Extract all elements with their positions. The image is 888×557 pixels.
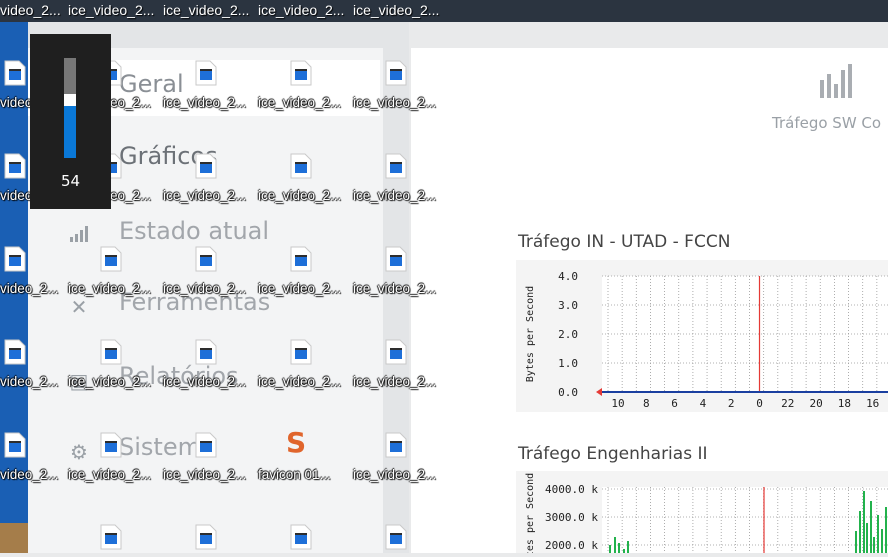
desktop-thumbnail — [0, 523, 28, 553]
video-file-icon[interactable] — [195, 60, 217, 86]
desktop-icon-label[interactable]: ice_video_2... — [163, 374, 246, 389]
y-tick-label: 4000.0 k — [545, 483, 598, 496]
sidebar-item-label: Estado atual — [119, 217, 270, 245]
chart-panel-engenharias: 2000.0 k 3000.0 k 4000.0 k Bytes per Second — [516, 471, 888, 557]
video-file-icon[interactable] — [385, 339, 407, 365]
y-tick-label: 2000.0 k — [545, 539, 598, 552]
video-file-icon[interactable] — [195, 432, 217, 458]
video-file-icon[interactable] — [195, 339, 217, 365]
video-file-icon[interactable] — [385, 153, 407, 179]
desktop-icon-label[interactable]: ice_video_2... — [163, 95, 246, 110]
desktop-item-label[interactable]: video_2... — [0, 2, 61, 18]
dashboard-header-title: Tráfego SW Co — [772, 114, 882, 132]
chart-panel-utad: 0.0 1.0 2.0 3.0 4.0 10 8 6 4 2 0 22 20 18 16 Bytes per … — [516, 260, 888, 412]
desktop-icon-label[interactable]: ice_video_2... — [163, 467, 246, 482]
desktop-icon-label[interactable]: ice_video_2... — [68, 281, 151, 296]
axis-arrow — [596, 388, 602, 396]
y-tick-label: 0.0 — [558, 386, 578, 399]
video-file-icon[interactable] — [195, 153, 217, 179]
desktop-icon-label[interactable]: ice_video_2... — [68, 467, 151, 482]
desktop-icon-label[interactable]: ice_video_2... — [353, 374, 436, 389]
volume-slider-thumb[interactable] — [64, 94, 76, 106]
y-tick-label: 2.0 — [558, 328, 578, 341]
bar-signal-icon — [68, 225, 90, 247]
video-file-icon[interactable] — [100, 524, 122, 550]
desktop-icon-label[interactable]: ice_video_2... — [353, 95, 436, 110]
video-file-icon[interactable] — [195, 524, 217, 550]
video-file-icon[interactable] — [100, 432, 122, 458]
desktop-icon-label[interactable]: ice_video_2... — [163, 281, 246, 296]
volume-value: 54 — [60, 172, 81, 190]
desktop-icon-label[interactable]: ice_video_2... — [68, 374, 151, 389]
desktop-icon-label[interactable]: ice_video_2... — [258, 281, 341, 296]
desktop-icon-label[interactable]: ice_video_2... — [353, 467, 436, 482]
y-tick-label: 4.0 — [558, 270, 578, 283]
video-file-icon[interactable] — [195, 246, 217, 272]
desktop-item-label[interactable]: ice_video_2... — [353, 2, 439, 18]
y-axis-label: Bytes per Second — [525, 286, 536, 382]
desktop-icon-label[interactable]: ice_video_2... — [353, 188, 436, 203]
video-file-icon[interactable] — [290, 524, 312, 550]
video-file-icon[interactable] — [385, 432, 407, 458]
desktop-icon-label[interactable]: video_2... — [0, 467, 59, 482]
favicon-file-icon[interactable]: S — [286, 428, 316, 458]
desktop-item-label[interactable]: ice_video_2... — [163, 2, 249, 18]
volume-slider-fill — [64, 104, 76, 158]
desktop-icon-label[interactable]: favicon 01... — [258, 467, 331, 482]
plot-area — [602, 487, 888, 557]
desktop-item-label[interactable]: ice_video_2... — [68, 2, 154, 18]
video-file-icon[interactable] — [290, 60, 312, 86]
video-file-icon[interactable] — [385, 60, 407, 86]
traffic-chart-utad: 0.01.02.03.04.010 8 6 4 2 0 22 20 18 16Bytes per … — [525, 270, 888, 410]
tools-icon: ✕ — [70, 295, 88, 319]
desktop-icon-label[interactable]: ice_video_2... — [163, 188, 246, 203]
video-file-icon[interactable] — [4, 246, 26, 272]
video-file-icon[interactable] — [4, 432, 26, 458]
bar-chart-icon — [820, 64, 852, 98]
y-axis-label: Bytes per Second — [525, 473, 536, 553]
video-file-icon[interactable] — [385, 246, 407, 272]
desktop-icon-label[interactable]: ice_video_2... — [258, 95, 341, 110]
desktop-icon-label[interactable]: video_2... — [0, 281, 59, 296]
video-file-icon[interactable] — [385, 524, 407, 550]
desktop-icon-label[interactable]: ice_video_2... — [258, 188, 341, 203]
video-file-icon[interactable] — [290, 153, 312, 179]
video-file-icon[interactable] — [100, 246, 122, 272]
video-file-icon[interactable] — [4, 339, 26, 365]
chart-title: Tráfego Engenharias II — [518, 444, 708, 464]
desktop-icon-label[interactable]: video_2... — [0, 374, 59, 389]
desktop-icon-label[interactable]: ice_video_2... — [353, 281, 436, 296]
desktop-icon-label[interactable]: ice_video_2... — [258, 374, 341, 389]
chart-title: Tráfego IN - UTAD - FCCN — [518, 232, 731, 252]
dashboard-header-card[interactable]: Tráfego SW Co — [411, 48, 888, 146]
traffic-chart-engenharias: 2000.0 k 3000.0 k 4000.0 k Bytes per Second — [525, 473, 888, 557]
video-file-icon[interactable] — [290, 246, 312, 272]
x-tick-label: 0 — [756, 397, 763, 410]
volume-flyout[interactable]: 54 — [30, 34, 111, 209]
y-tick-label: 1.0 — [558, 357, 578, 370]
video-file-icon[interactable] — [4, 153, 26, 179]
x-tick-label: 22 — [781, 397, 794, 410]
main-content: Tráfego IN - UTAD - FCCN 0.0 1.0 2.0 3.0 4.0… — [411, 146, 888, 557]
video-file-icon[interactable] — [100, 339, 122, 365]
x-tick-label: 4 — [700, 397, 707, 410]
gear-icon: ⚙ — [70, 440, 88, 464]
x-tick-label: 20 — [809, 397, 822, 410]
x-tick-label: 2 — [728, 397, 735, 410]
x-tick-label: 8 — [643, 397, 650, 410]
x-tick-label: 10 — [611, 397, 624, 410]
desktop-item-label[interactable]: ice_video_2... — [258, 2, 344, 18]
y-tick-label: 3.0 — [558, 299, 578, 312]
x-tick-label: 16 — [866, 397, 879, 410]
y-tick-label: 3000.0 k — [545, 511, 598, 524]
x-tick-label: 6 — [671, 397, 678, 410]
desktop-top-strip: video_2... ice_video_2... ice_video_2...… — [0, 0, 888, 22]
video-file-icon[interactable] — [4, 60, 26, 86]
x-tick-label: 18 — [838, 397, 851, 410]
video-file-icon[interactable] — [290, 339, 312, 365]
sidebar-item-label: Geral — [119, 70, 184, 98]
